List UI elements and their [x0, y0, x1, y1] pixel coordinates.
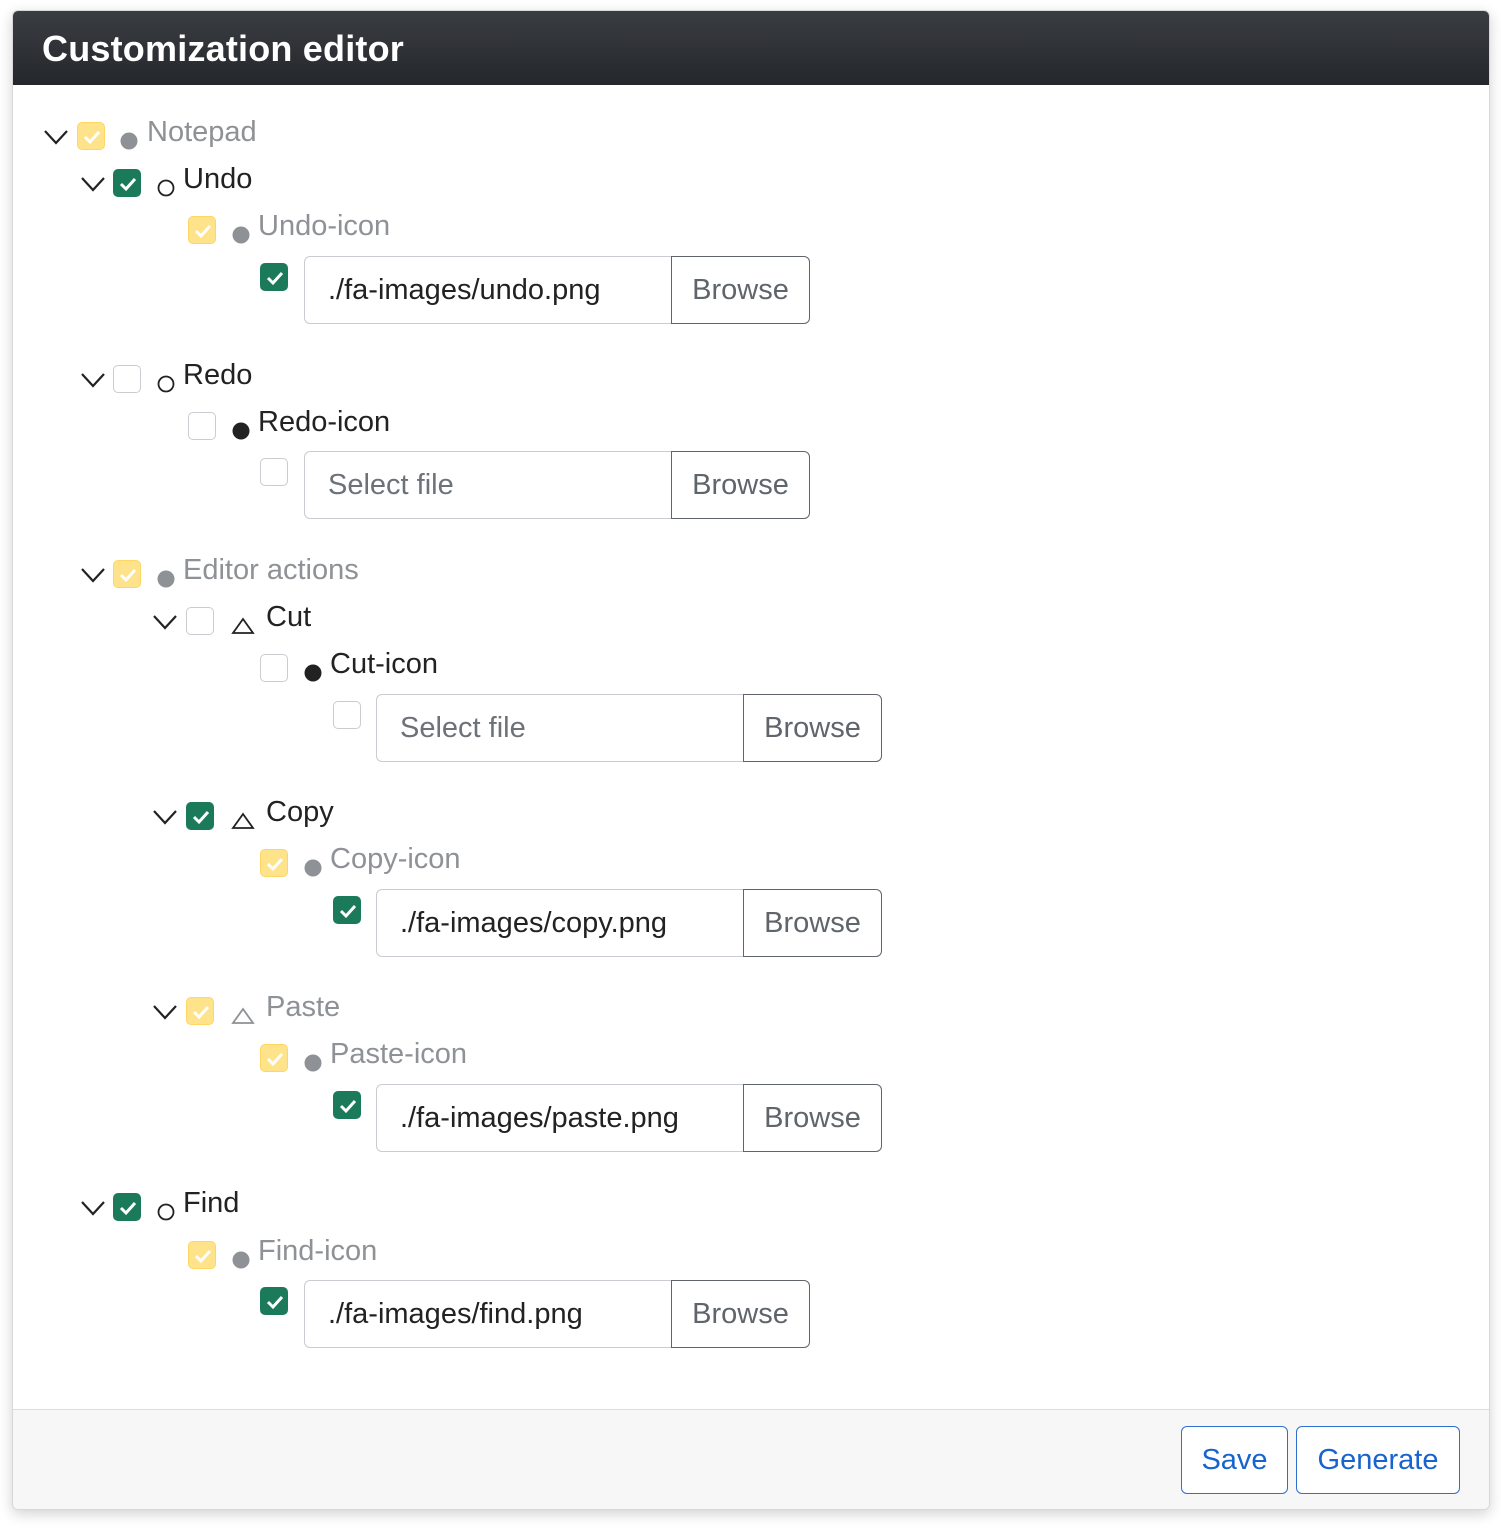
file-path-input[interactable]: ./fa-images/copy.png: [376, 889, 744, 957]
customization-editor-card: Customization editor Notepad Undo Undo-i…: [12, 10, 1490, 1510]
node-label: Notepad: [147, 116, 257, 148]
filled-circle-icon: [303, 1044, 325, 1074]
checkbox-cut-file[interactable]: [333, 701, 361, 729]
node-label: Cut-icon: [330, 648, 438, 680]
chevron-down-icon[interactable]: [152, 808, 178, 830]
checkbox-paste-icon[interactable]: [260, 1044, 288, 1072]
node-label: Undo: [183, 163, 253, 195]
generate-button[interactable]: Generate: [1296, 1426, 1460, 1494]
checkbox-redo-icon[interactable]: [188, 412, 216, 440]
checkbox-find-file[interactable]: [260, 1287, 288, 1315]
chevron-down-icon[interactable]: [80, 175, 106, 197]
node-label: Paste-icon: [330, 1038, 468, 1070]
tree-node-paste: Paste: [13, 991, 613, 1037]
triangle-icon: [231, 802, 255, 832]
tree-node-notepad: Notepad: [13, 116, 613, 162]
tree-node-editor-actions: Editor actions: [13, 554, 613, 600]
checkbox-cut[interactable]: [186, 607, 214, 635]
tree-node-find: Find: [13, 1187, 613, 1233]
tree-node-copy-icon: Copy-icon: [13, 843, 613, 889]
checkbox-paste-file[interactable]: [333, 1091, 361, 1119]
checkbox-notepad[interactable]: [77, 122, 105, 150]
node-label: Cut: [266, 601, 312, 633]
chevron-down-icon[interactable]: [43, 128, 69, 150]
filled-circle-icon: [156, 560, 178, 590]
tree-node-cut: Cut: [13, 601, 613, 647]
checkbox-cut-icon[interactable]: [260, 654, 288, 682]
save-button[interactable]: Save: [1181, 1426, 1288, 1494]
browse-button[interactable]: Browse: [671, 1280, 810, 1348]
filled-circle-icon: [303, 849, 325, 879]
open-circle-icon: [156, 169, 178, 199]
checkbox-copy-file[interactable]: [333, 896, 361, 924]
chevron-down-icon[interactable]: [80, 371, 106, 393]
file-path-input[interactable]: ./fa-images/paste.png: [376, 1084, 744, 1152]
checkbox-copy-icon[interactable]: [260, 849, 288, 877]
browse-button[interactable]: Browse: [671, 451, 810, 519]
file-path-input[interactable]: Select file: [304, 451, 672, 519]
tree-node-redo-icon: Redo-icon: [13, 406, 613, 452]
browse-button[interactable]: Browse: [671, 256, 810, 324]
checkbox-redo-file[interactable]: [260, 458, 288, 486]
file-path-input[interactable]: Select file: [376, 694, 744, 762]
chevron-down-icon[interactable]: [80, 566, 106, 588]
node-label: Find-icon: [258, 1235, 378, 1267]
chevron-down-icon[interactable]: [152, 1003, 178, 1025]
tree-node-undo: Undo: [13, 163, 613, 209]
filled-circle-icon: [231, 1241, 253, 1271]
file-path-input[interactable]: ./fa-images/find.png: [304, 1280, 672, 1348]
tree-node-copy: Copy: [13, 796, 613, 842]
node-label: Editor actions: [183, 554, 359, 586]
chevron-down-icon[interactable]: [152, 613, 178, 635]
browse-button[interactable]: Browse: [743, 889, 882, 957]
node-label: Undo-icon: [258, 210, 391, 242]
card-header: Customization editor: [13, 11, 1489, 85]
filled-circle-icon: [231, 412, 253, 442]
open-circle-icon: [156, 1193, 178, 1223]
checkbox-find[interactable]: [113, 1193, 141, 1221]
tree-node-find-icon: Find-icon: [13, 1235, 613, 1281]
chevron-down-icon[interactable]: [80, 1199, 106, 1221]
checkbox-copy[interactable]: [186, 802, 214, 830]
node-label: Redo: [183, 359, 253, 391]
node-label: Find: [183, 1187, 240, 1219]
node-label: Copy: [266, 796, 334, 828]
checkbox-paste[interactable]: [186, 997, 214, 1025]
triangle-icon: [231, 997, 255, 1027]
tree-node-paste-icon: Paste-icon: [13, 1038, 613, 1084]
checkbox-editor-actions[interactable]: [113, 560, 141, 588]
node-label: Copy-icon: [330, 843, 461, 875]
checkbox-redo[interactable]: [113, 365, 141, 393]
node-label: Redo-icon: [258, 406, 391, 438]
browse-button[interactable]: Browse: [743, 1084, 882, 1152]
filled-circle-icon: [119, 122, 141, 152]
checkbox-find-icon[interactable]: [188, 1241, 216, 1269]
checkbox-undo[interactable]: [113, 169, 141, 197]
tree-node-redo: Redo: [13, 359, 613, 405]
open-circle-icon: [156, 365, 178, 395]
filled-circle-icon: [231, 216, 253, 246]
browse-button[interactable]: Browse: [743, 694, 882, 762]
tree-node-undo-icon: Undo-icon: [13, 210, 613, 256]
card-footer: Save Generate: [13, 1409, 1489, 1509]
triangle-icon: [231, 607, 255, 637]
checkbox-undo-file[interactable]: [260, 263, 288, 291]
node-label: Paste: [266, 991, 341, 1023]
checkbox-undo-icon[interactable]: [188, 216, 216, 244]
file-path-input[interactable]: ./fa-images/undo.png: [304, 256, 672, 324]
tree-node-cut-icon: Cut-icon: [13, 648, 613, 694]
page-title: Customization editor: [42, 28, 404, 69]
tree-view: Notepad Undo Undo-icon ./fa-images/undo.…: [13, 85, 1489, 1410]
filled-circle-icon: [303, 654, 325, 684]
